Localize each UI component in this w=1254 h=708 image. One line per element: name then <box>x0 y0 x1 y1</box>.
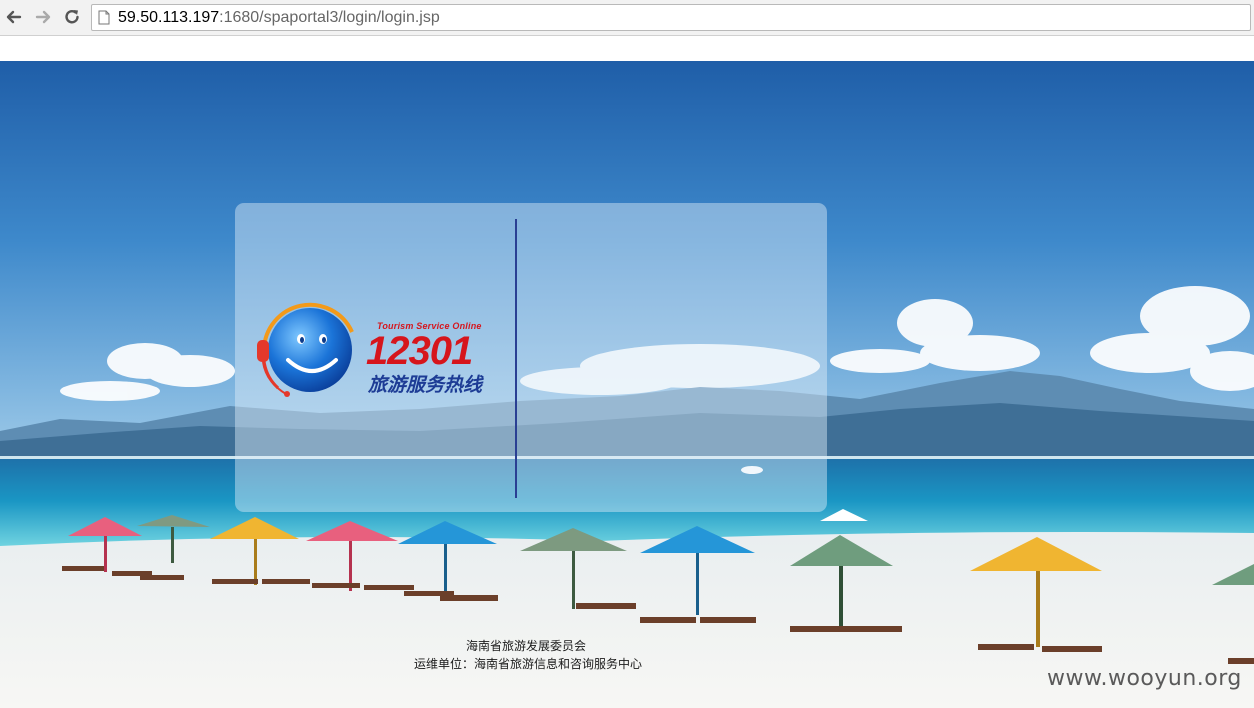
footer-organization: 海南省旅游发展委员会 <box>465 639 586 653</box>
url-host: 59.50.113.197 <box>118 9 220 26</box>
back-button[interactable] <box>3 6 25 28</box>
watermark: www.wooyun.org <box>1047 666 1242 691</box>
url-text[interactable]: 59.50.113.197:1680/spaportal3/login/logi… <box>118 9 440 27</box>
reload-icon <box>65 10 79 24</box>
browser-toolbar: 59.50.113.197:1680/spaportal3/login/logi… <box>0 0 1254 36</box>
url-path: :1680/spaportal3/login/login.jsp <box>219 9 440 26</box>
back-arrow-icon <box>6 10 22 24</box>
page-icon <box>98 10 110 25</box>
forward-arrow-icon <box>35 10 51 24</box>
logo-chinese-name: 旅游服务热线 <box>368 374 483 396</box>
forward-button[interactable] <box>32 6 54 28</box>
page-top-band <box>0 37 1254 61</box>
panel-divider <box>515 219 517 498</box>
address-bar[interactable]: 59.50.113.197:1680/spaportal3/login/logi… <box>91 4 1251 31</box>
logo-number: 12301 <box>366 329 473 373</box>
reload-button[interactable] <box>61 6 83 28</box>
footer-operator: 运维单位：海南省旅游信息和咨询服务中心 <box>413 657 642 671</box>
